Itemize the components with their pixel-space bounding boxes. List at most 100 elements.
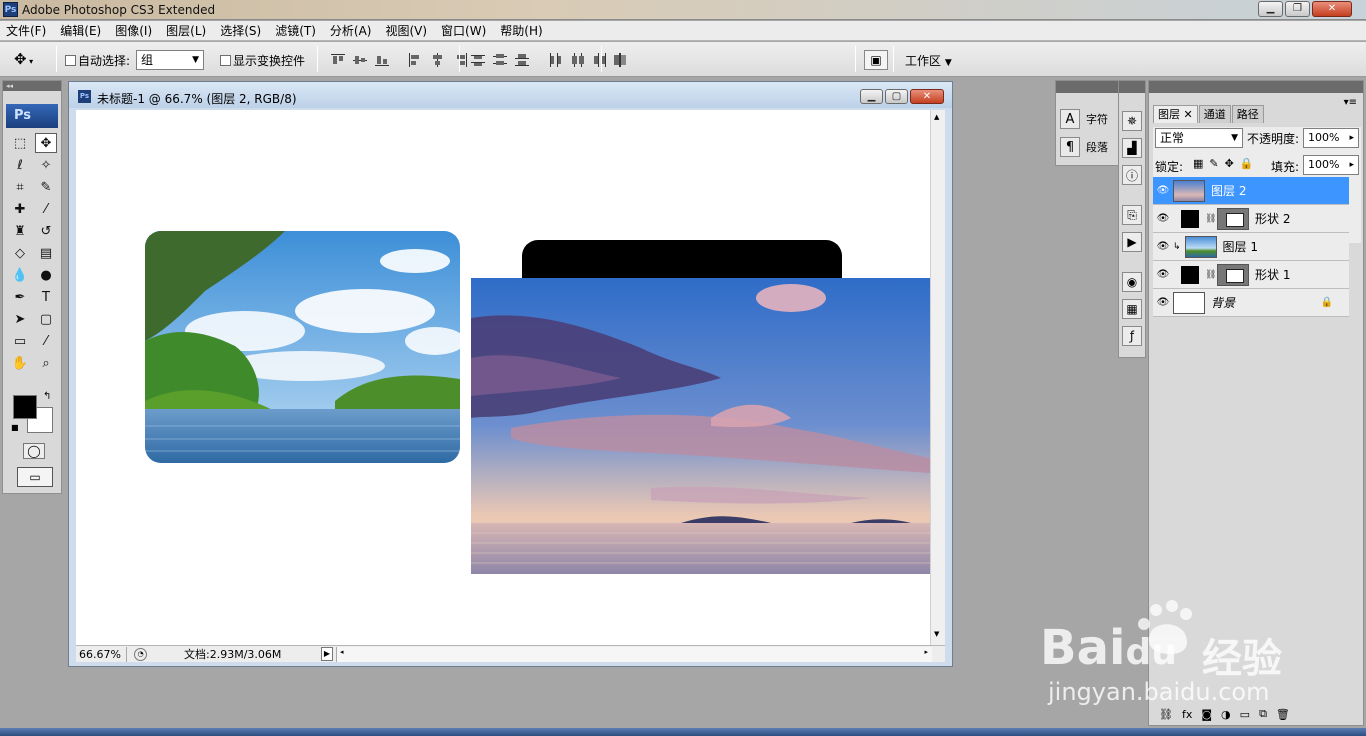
tab-paths[interactable]: 路径 <box>1231 105 1264 123</box>
layer-row[interactable]: 👁 背景 🔒 <box>1153 289 1349 317</box>
zoom-tool-icon[interactable]: ⌕ <box>35 353 57 373</box>
align-right-icon[interactable] <box>452 53 468 67</box>
vertical-scrollbar[interactable]: ▲ ▼ <box>930 110 945 645</box>
distribute-right-icon[interactable] <box>592 53 608 67</box>
layer-row[interactable]: 👁 图层 2 <box>1153 177 1349 205</box>
brush-tool-icon[interactable]: ⁄ <box>35 199 57 219</box>
screen-mode-icon[interactable]: ▭ <box>17 467 53 487</box>
menu-image[interactable]: 图像(I) <box>115 22 152 39</box>
lock-position-icon[interactable]: ✥ <box>1225 157 1234 170</box>
menu-filter[interactable]: 滤镜(T) <box>275 22 316 39</box>
toolbox-collapse-icon[interactable]: ◂◂ <box>3 81 61 91</box>
menu-analysis[interactable]: 分析(A) <box>330 22 372 39</box>
menu-window[interactable]: 窗口(W) <box>441 22 486 39</box>
eye-icon[interactable]: 👁 <box>1153 297 1173 308</box>
default-colors-icon[interactable]: ■ <box>11 423 19 432</box>
auto-select-dropdown[interactable]: 组 ▼ <box>136 50 204 70</box>
doc-close-button[interactable]: ✕ <box>910 89 944 104</box>
align-left-icon[interactable] <box>408 53 424 67</box>
minimize-button[interactable]: ▁ <box>1258 1 1283 17</box>
menu-help[interactable]: 帮助(H) <box>500 22 542 39</box>
opacity-field[interactable]: 100% ▸ <box>1303 128 1359 148</box>
align-bottom-icon[interactable] <box>374 53 390 67</box>
doc-maximize-button[interactable]: ▢ <box>885 89 908 104</box>
doc-minimize-button[interactable]: ▁ <box>860 89 883 104</box>
lock-pixels-icon[interactable]: ✎ <box>1209 157 1218 170</box>
navigator-icon[interactable]: ✵ <box>1122 111 1142 131</box>
info-icon[interactable]: ⓘ <box>1122 165 1142 185</box>
shape-tool-icon[interactable]: ▢ <box>35 309 57 329</box>
type-tool-icon[interactable]: T <box>35 287 57 307</box>
crop-tool-icon[interactable]: ⌗ <box>9 177 31 197</box>
strip-collapse-icon[interactable] <box>1119 81 1145 93</box>
history-icon[interactable]: ⎘ <box>1122 205 1142 225</box>
zoom-level-field[interactable]: 66.67% <box>79 647 127 662</box>
distribute-top-icon[interactable] <box>470 53 486 67</box>
lock-all-icon[interactable]: 🔒 <box>1240 157 1254 170</box>
distribute-vcenter-icon[interactable] <box>492 53 508 67</box>
restore-button[interactable]: ❐ <box>1285 1 1310 17</box>
marquee-tool-icon[interactable]: ⬚ <box>9 133 31 153</box>
menu-edit[interactable]: 编辑(E) <box>60 22 101 39</box>
blur-tool-icon[interactable]: 💧 <box>9 265 31 285</box>
color-icon[interactable]: ◉ <box>1122 272 1142 292</box>
auto-align-icon[interactable] <box>612 53 628 67</box>
menu-view[interactable]: 视图(V) <box>385 22 427 39</box>
align-top-icon[interactable] <box>330 53 346 67</box>
status-info-icon[interactable]: ◔ <box>134 648 147 661</box>
clone-stamp-tool-icon[interactable]: ♜ <box>9 221 31 241</box>
paragraph-panel-button[interactable]: ¶ 段落 <box>1060 137 1108 157</box>
distribute-hcenter-icon[interactable] <box>570 53 586 67</box>
notes-tool-icon[interactable]: ▭ <box>9 331 31 351</box>
lasso-tool-icon[interactable]: ℓ <box>9 155 31 175</box>
layer-row[interactable]: 👁 ↳ 图层 1 <box>1153 233 1349 261</box>
dock-collapse-icon[interactable] <box>1056 81 1118 93</box>
eye-icon[interactable]: 👁 <box>1153 269 1173 280</box>
distribute-left-icon[interactable] <box>548 53 564 67</box>
slice-tool-icon[interactable]: ✎ <box>35 177 57 197</box>
histogram-icon[interactable]: ▟ <box>1122 138 1142 158</box>
move-tool-icon[interactable]: ✥ <box>35 133 57 153</box>
layer-row[interactable]: 👁 ⛓ 形状 2 <box>1153 205 1349 233</box>
foreground-color-swatch[interactable] <box>13 395 37 419</box>
move-tool-preset-icon[interactable]: ✥ ▾ <box>14 50 33 68</box>
styles-icon[interactable]: ƒ <box>1122 326 1142 346</box>
eye-icon[interactable]: 👁 <box>1153 241 1173 252</box>
hand-tool-icon[interactable]: ✋ <box>9 353 31 373</box>
dodge-tool-icon[interactable]: ● <box>35 265 57 285</box>
quick-mask-icon[interactable]: ◯ <box>23 443 45 459</box>
show-transform-checkbox[interactable] <box>220 55 231 66</box>
layer-row[interactable]: 👁 ⛓ 形状 1 <box>1153 261 1349 289</box>
align-hcenter-icon[interactable] <box>430 53 446 67</box>
panel-menu-icon[interactable]: ▾≡ <box>1344 97 1357 108</box>
scroll-right-icon[interactable]: ▸ <box>924 648 928 656</box>
workspace-menu[interactable]: 工作区 ▼ <box>905 52 952 69</box>
scroll-left-icon[interactable]: ◂ <box>340 648 344 656</box>
canvas[interactable] <box>76 110 936 645</box>
eye-icon[interactable]: 👁 <box>1153 185 1173 196</box>
character-panel-button[interactable]: A 字符 <box>1060 109 1108 129</box>
gradient-tool-icon[interactable]: ▤ <box>35 243 57 263</box>
swap-colors-icon[interactable]: ↰ <box>43 391 51 402</box>
scroll-down-icon[interactable]: ▼ <box>934 630 939 638</box>
distribute-bottom-icon[interactable] <box>514 53 530 67</box>
menu-file[interactable]: 文件(F) <box>6 22 46 39</box>
close-button[interactable]: ✕ <box>1312 1 1352 17</box>
healing-brush-tool-icon[interactable]: ✚ <box>9 199 31 219</box>
bridge-icon[interactable]: ▣ <box>864 50 888 70</box>
tab-layers[interactable]: 图层 ✕ <box>1153 105 1198 123</box>
eraser-tool-icon[interactable]: ◇ <box>9 243 31 263</box>
scroll-up-icon[interactable]: ▲ <box>934 113 939 121</box>
path-selection-tool-icon[interactable]: ➤ <box>9 309 31 329</box>
fill-field[interactable]: 100% ▸ <box>1303 155 1359 175</box>
pen-tool-icon[interactable]: ✒ <box>9 287 31 307</box>
horizontal-scrollbar[interactable]: ◂ ▸ <box>336 647 932 662</box>
actions-icon[interactable]: ▶ <box>1122 232 1142 252</box>
swatches-icon[interactable]: ▦ <box>1122 299 1142 319</box>
magic-wand-tool-icon[interactable]: ✧ <box>35 155 57 175</box>
eyedropper-tool-icon[interactable]: ⁄ <box>35 331 57 351</box>
auto-select-checkbox[interactable] <box>65 55 76 66</box>
align-vcenter-icon[interactable] <box>352 53 368 67</box>
blend-mode-dropdown[interactable]: 正常 ▼ <box>1155 128 1243 148</box>
eye-icon[interactable]: 👁 <box>1153 213 1173 224</box>
